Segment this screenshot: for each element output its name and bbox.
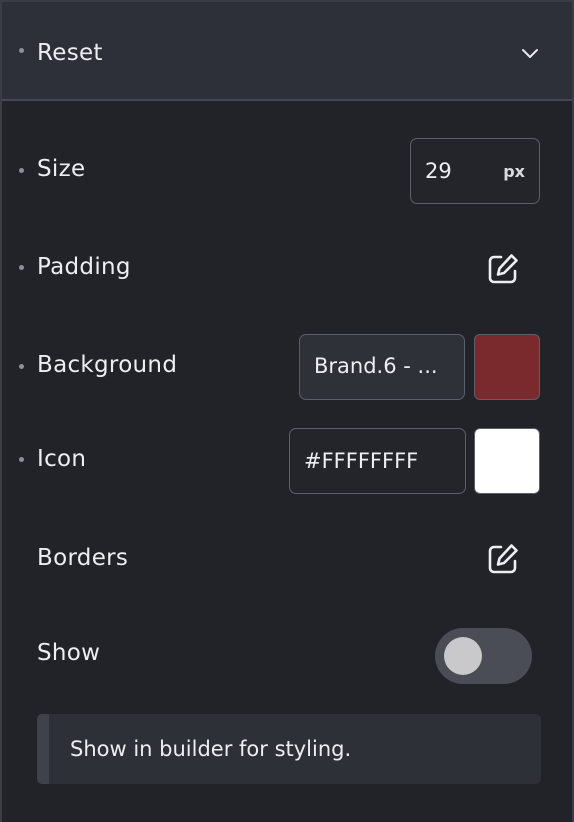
note-text: Show in builder for styling. xyxy=(70,737,352,761)
background-label: Background xyxy=(37,352,178,378)
info-note: Show in builder for styling. xyxy=(37,714,541,784)
icon-label: Icon xyxy=(37,446,87,472)
section-title: Reset xyxy=(37,40,103,66)
bullet-dot xyxy=(19,265,24,270)
bullet-dot xyxy=(19,48,24,53)
show-toggle[interactable] xyxy=(435,628,532,684)
section-header-reset[interactable]: Reset xyxy=(2,0,572,101)
edit-square-icon[interactable] xyxy=(486,252,520,286)
toggle-knob xyxy=(444,637,482,675)
properties-panel: Reset Size 29 px Padding Background Bran… xyxy=(0,0,574,822)
icon-color-hex-input[interactable]: #FFFFFFFF xyxy=(289,428,466,494)
size-unit: px xyxy=(503,162,525,181)
bullet-dot xyxy=(19,168,24,173)
background-color-swatch[interactable] xyxy=(474,334,540,400)
edit-square-icon[interactable] xyxy=(486,542,520,576)
borders-label: Borders xyxy=(37,545,129,571)
note-accent-bar xyxy=(37,714,49,784)
show-label: Show xyxy=(37,640,101,666)
size-value: 29 xyxy=(425,159,452,183)
bullet-dot xyxy=(19,364,24,369)
size-label: Size xyxy=(37,156,86,182)
background-token-field[interactable]: Brand.6 - ... xyxy=(299,334,465,400)
size-input[interactable]: 29 px xyxy=(410,138,540,204)
icon-color-swatch[interactable] xyxy=(474,428,540,494)
chevron-down-icon[interactable] xyxy=(520,46,540,60)
padding-label: Padding xyxy=(37,254,131,280)
bullet-dot xyxy=(19,457,24,462)
